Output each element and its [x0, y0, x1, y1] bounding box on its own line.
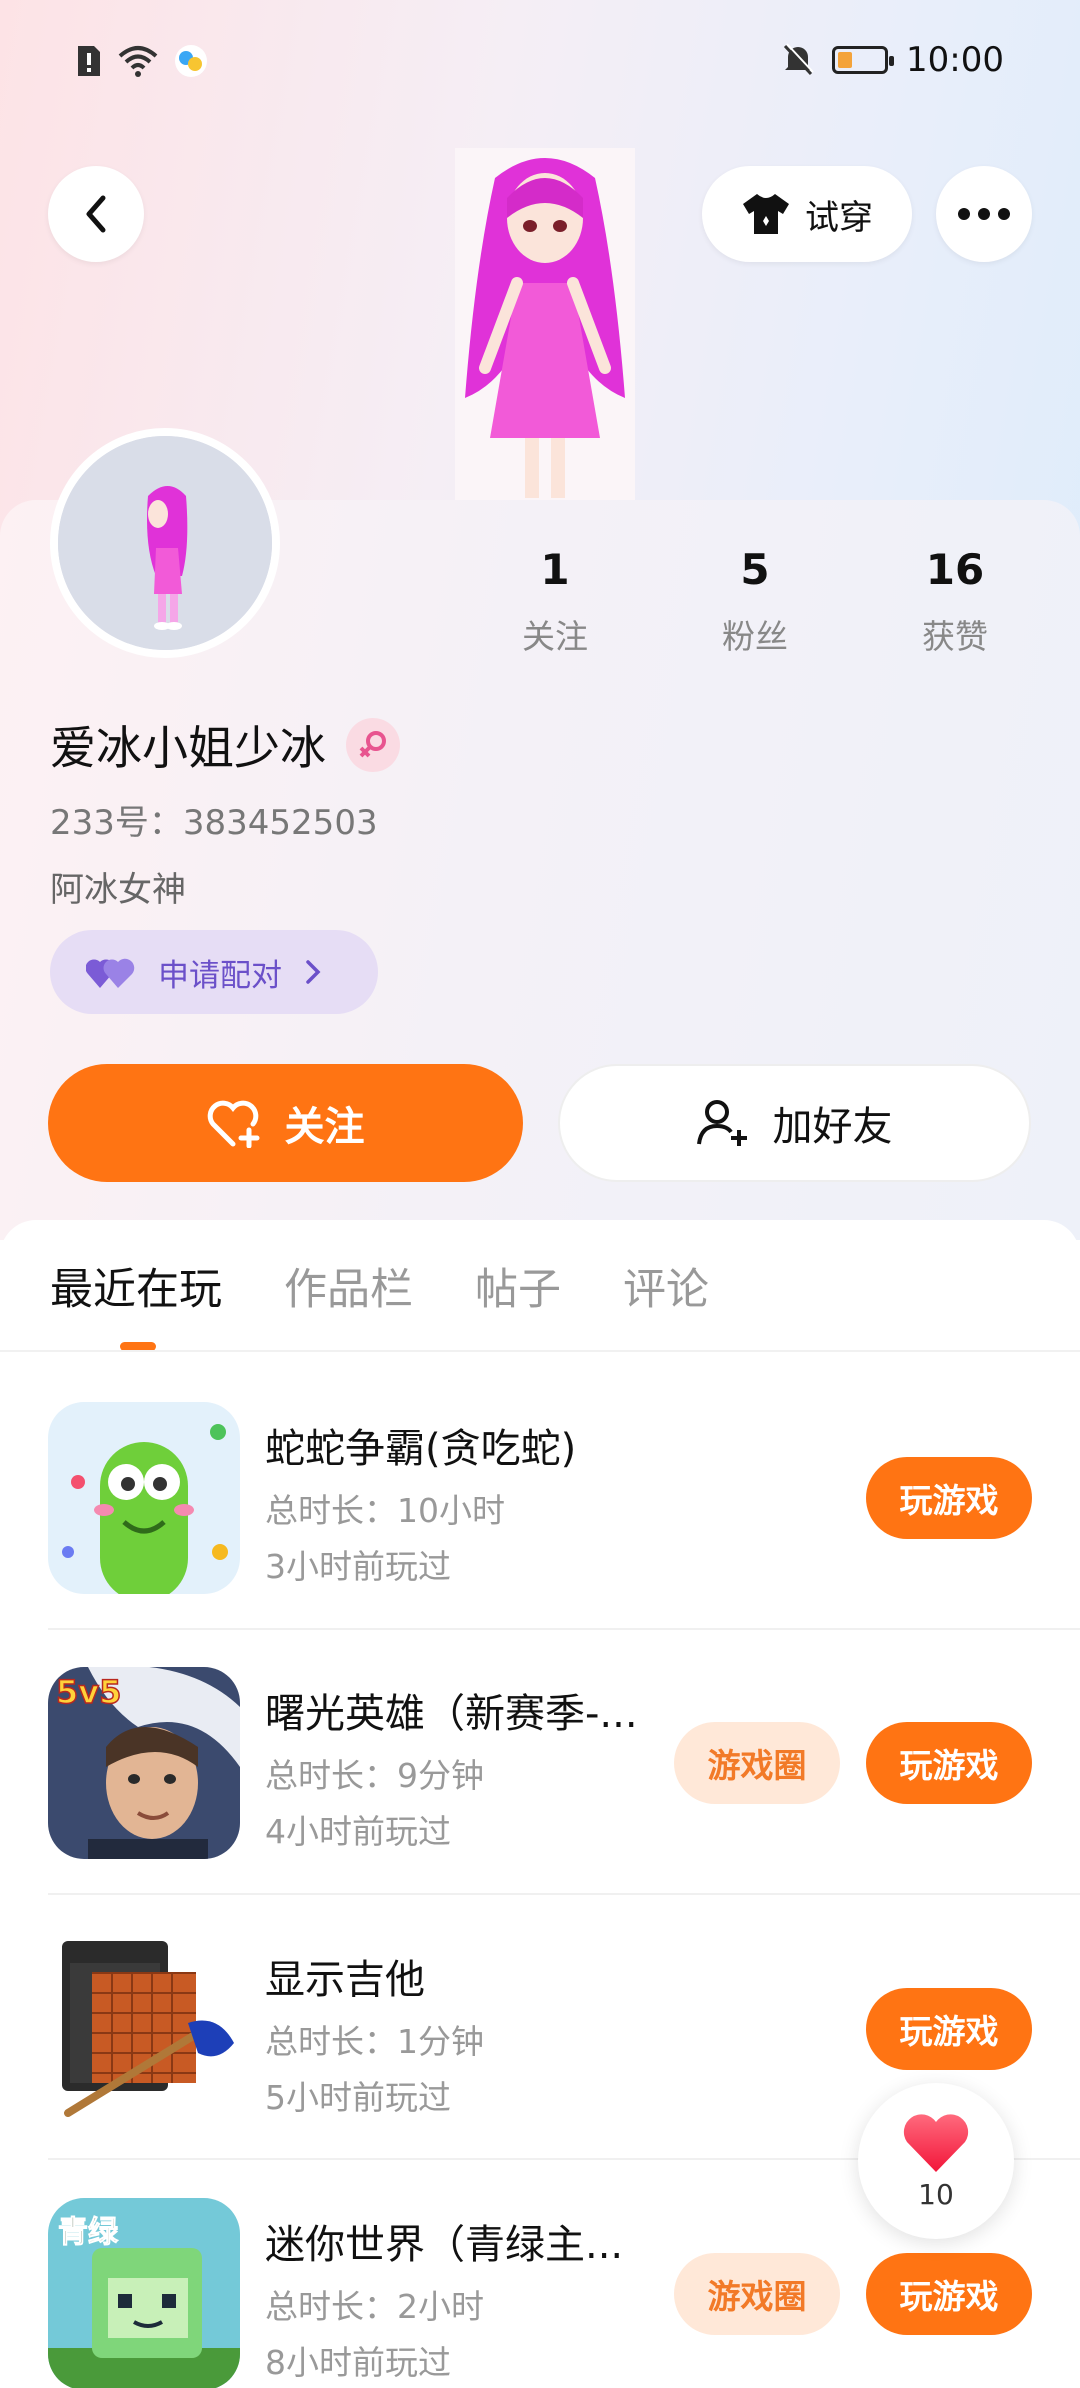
status-bar: 10:00 [0, 0, 1080, 130]
game-duration: 总时长：9分钟 [265, 1756, 484, 1795]
chevron-right-icon [306, 960, 321, 984]
play-game-button[interactable]: 玩游戏 [866, 1988, 1032, 2070]
game-icon-dawn-heroes[interactable]: 5v5 [48, 1667, 240, 1859]
double-heart-icon [86, 958, 135, 988]
request-pair-button[interactable]: 申请配对 [50, 930, 378, 1014]
tshirt-icon [743, 194, 789, 234]
profile-name-row: 爱冰小姐少冰 [50, 712, 400, 778]
profile-stats: 1 关注 5 粉丝 16 获赞 [455, 545, 1055, 658]
profile-bio: 阿冰女神 [50, 870, 186, 910]
follow-button[interactable]: 关注 [48, 1064, 523, 1182]
more-button[interactable] [936, 166, 1032, 262]
heart-plus-icon [207, 1100, 259, 1148]
add-friend-button[interactable]: 加好友 [558, 1064, 1031, 1182]
wifi-icon [118, 46, 158, 77]
status-time: 10:00 [906, 40, 1004, 80]
tab-posts[interactable]: 帖子 [475, 1255, 561, 1317]
stat-fans-value: 5 [740, 545, 770, 594]
game-circle-button[interactable]: 游戏圈 [674, 1722, 840, 1804]
stat-fans[interactable]: 5 粉丝 [655, 545, 855, 658]
try-on-button[interactable]: 试穿 [702, 166, 912, 262]
follow-label: 关注 [284, 1104, 365, 1150]
tab-divider [0, 1350, 1080, 1352]
status-right-icons: 10:00 [782, 40, 1004, 80]
tab-works[interactable]: 作品栏 [284, 1255, 413, 1317]
play-game-button[interactable]: 玩游戏 [866, 1457, 1032, 1539]
chevron-left-icon [86, 195, 106, 233]
stat-likes-label: 获赞 [922, 617, 988, 656]
game-title: 迷你世界（青绿主... [265, 2222, 624, 2268]
game-title: 曙光英雄（新赛季-... [265, 1691, 638, 1737]
mute-bell-icon [783, 43, 814, 76]
profile-uid: 233号：383452503 [50, 803, 378, 843]
game-duration: 总时长：1分钟 [265, 2022, 484, 2061]
game-last-played: 8小时前玩过 [265, 2343, 451, 2382]
row-divider [48, 1628, 1080, 1630]
like-floating-button[interactable]: 10 [858, 2083, 1014, 2239]
game-duration: 总时长：10小时 [265, 1491, 505, 1530]
game-last-played: 5小时前玩过 [265, 2078, 451, 2117]
play-game-button[interactable]: 玩游戏 [866, 1722, 1032, 1804]
stat-likes-value: 16 [925, 545, 985, 594]
stat-following[interactable]: 1 关注 [455, 545, 655, 658]
stat-fans-label: 粉丝 [722, 617, 788, 656]
game-icon-guitar[interactable] [48, 1933, 240, 2125]
game-last-played: 4小时前玩过 [265, 1812, 451, 1851]
try-on-label: 试穿 [805, 197, 873, 238]
play-game-button[interactable]: 玩游戏 [866, 2253, 1032, 2335]
app-notify-icon [175, 45, 207, 77]
add-friend-label: 加好友 [772, 1104, 893, 1150]
profile-name: 爱冰小姐少冰 [50, 721, 326, 775]
more-dots-icon [958, 208, 1010, 220]
svg-text:5v5: 5v5 [56, 1673, 121, 1711]
female-gender-icon [346, 718, 400, 772]
game-last-played: 3小时前玩过 [265, 1547, 451, 1586]
avatar[interactable] [50, 428, 280, 658]
status-left-icons [76, 44, 208, 78]
game-circle-button[interactable]: 游戏圈 [674, 2253, 840, 2335]
heart-icon [903, 2113, 969, 2172]
battery-icon [832, 46, 895, 74]
game-title: 蛇蛇争霸(贪吃蛇) [265, 1426, 577, 1472]
game-icon-mini-world[interactable]: 青绿 [48, 2198, 240, 2388]
like-count: 10 [918, 2177, 954, 2211]
game-icon-snake[interactable] [48, 1402, 240, 1594]
tab-recently-played[interactable]: 最近在玩 [50, 1255, 222, 1317]
tab-comments[interactable]: 评论 [623, 1255, 709, 1317]
stat-likes[interactable]: 16 获赞 [855, 545, 1055, 658]
svg-text:青绿: 青绿 [58, 2215, 119, 2250]
request-pair-label: 申请配对 [158, 957, 282, 994]
avatar-3d-figure [455, 148, 635, 503]
row-divider [48, 1893, 1080, 1895]
game-duration: 总时长：2小时 [265, 2287, 484, 2326]
back-button[interactable] [48, 166, 144, 262]
sim-alert-icon [78, 46, 100, 76]
avatar-figure-small [58, 436, 272, 650]
stat-following-value: 1 [540, 545, 570, 594]
tab-bar: 最近在玩 作品栏 帖子 评论 [50, 1255, 709, 1317]
add-user-icon [696, 1100, 747, 1146]
game-title: 显示吉他 [265, 1957, 425, 2003]
stat-following-label: 关注 [522, 617, 588, 656]
